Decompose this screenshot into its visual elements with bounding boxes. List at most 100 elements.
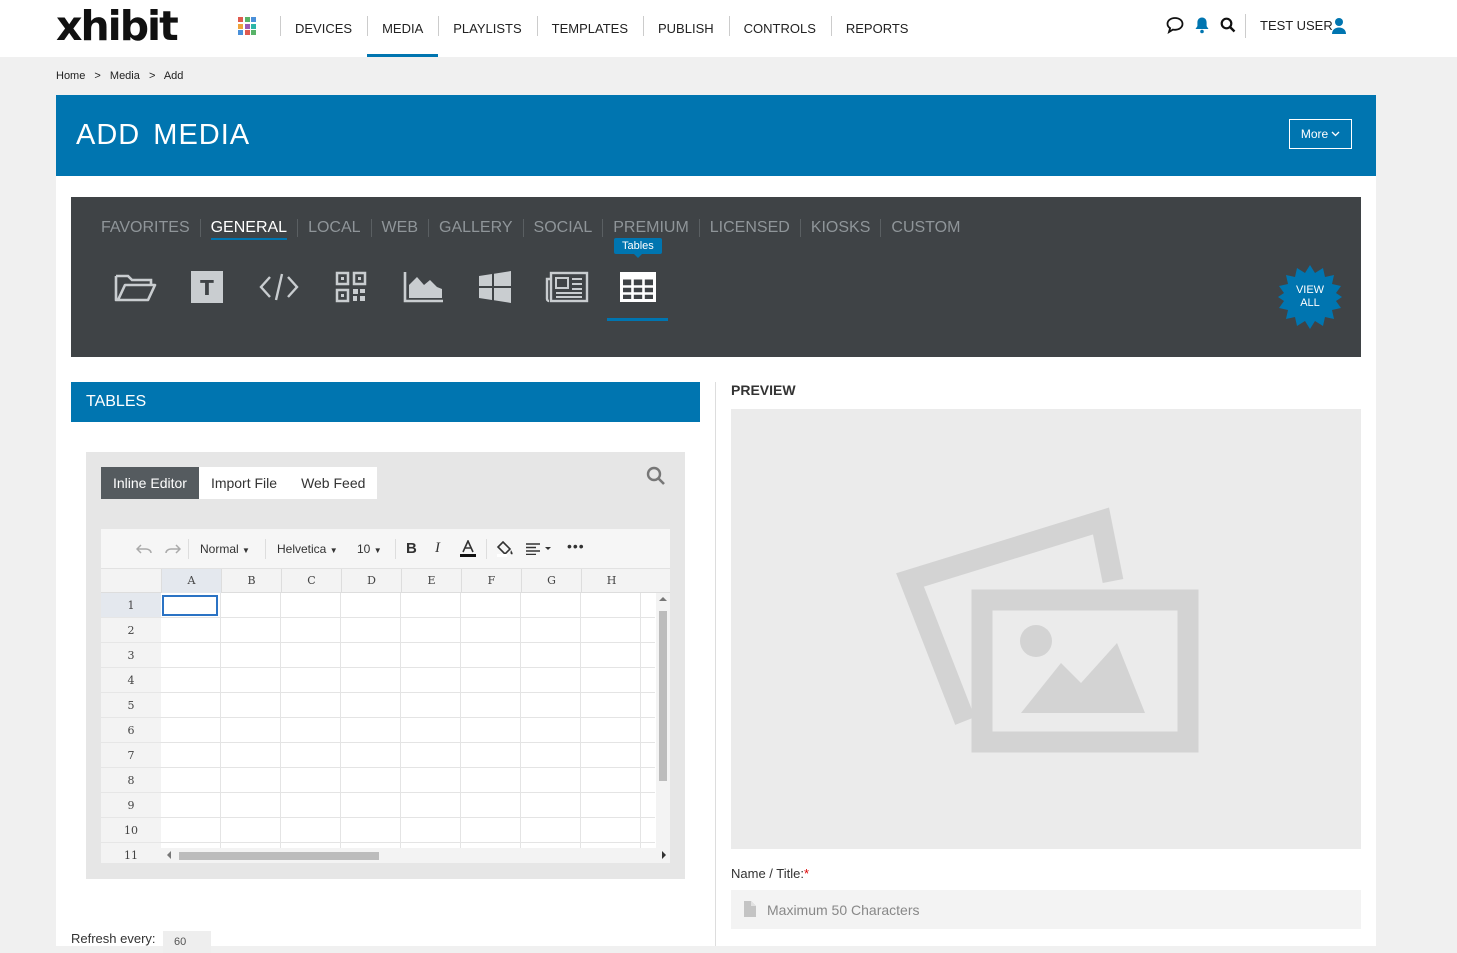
category-tab-local[interactable]: LOCAL [297,219,370,237]
qr-code-icon[interactable] [328,267,374,307]
preview-label: PREVIEW [731,382,796,398]
column-headers: ABCDEFGH [101,569,670,593]
font-size-select[interactable]: 10 ▼ [357,542,382,556]
nav-devices[interactable]: DEVICES [280,0,367,57]
search-icon[interactable] [1220,17,1236,33]
editor-tabs: Inline Editor Import File Web Feed [101,467,378,499]
align-icon[interactable] [525,543,555,555]
editor-tab-import-file[interactable]: Import File [199,467,289,499]
news-icon[interactable] [544,267,590,307]
spreadsheet[interactable]: Normal ▼ Helvetica ▼ 10 ▼ B I ••• ABCDEF… [101,529,670,863]
chevron-down-icon: ▼ [329,546,338,555]
folder-icon[interactable] [112,267,158,307]
selected-cell[interactable] [162,595,218,616]
table-editor: Inline Editor Import File Web Feed Normal … [86,452,685,879]
italic-icon[interactable]: I [435,540,440,557]
category-tab-custom[interactable]: CUSTOM [880,219,970,237]
category-tab-favorites[interactable]: FAVORITES [101,219,200,237]
nav-media[interactable]: MEDIA [367,0,439,57]
breadcrumb-home[interactable]: Home [56,70,85,82]
category-tabs: FAVORITES GENERAL LOCAL WEB GALLERY SOCIAL PRE… [101,219,970,240]
apps-grid-icon[interactable] [238,17,256,35]
nav-reports[interactable]: REPORTS [830,0,924,57]
table-icon[interactable] [615,267,661,307]
editor-tab-inline-editor[interactable]: Inline Editor [101,467,199,499]
nav-templates[interactable]: TEMPLATES [536,0,643,57]
column-header[interactable]: D [341,569,401,593]
section-title-tables: TABLES [71,382,700,422]
text-color-icon[interactable] [459,540,477,558]
horizontal-scrollbar[interactable] [161,848,670,863]
fill-color-icon[interactable] [496,541,514,557]
text-icon[interactable]: T [184,267,230,307]
row-header[interactable]: 9 [101,793,161,818]
user-icon[interactable] [1332,17,1346,35]
sheet-toolbar: Normal ▼ Helvetica ▼ 10 ▼ B I ••• [101,529,670,569]
row-header[interactable]: 3 [101,643,161,668]
column-header[interactable]: A [161,569,221,593]
column-header[interactable]: E [401,569,461,593]
scroll-up-icon[interactable] [659,597,667,601]
row-header[interactable]: 1 [101,593,161,618]
top-bar: xhibit DEVICES MEDIA PLAYLISTS TEMPLATES PUB… [0,0,1457,57]
column-header[interactable]: H [581,569,641,593]
vertical-scrollbar[interactable] [656,593,670,848]
breadcrumb: Home > Media > Add [56,70,184,82]
nav-publish[interactable]: PUBLISH [643,0,729,57]
category-tab-premium[interactable]: PREMIUM [602,219,699,237]
row-headers: 1 2 3 4 5 6 7 8 9 10 11 [101,593,161,863]
category-tab-kiosks[interactable]: KIOSKS [799,219,881,237]
row-header[interactable]: 11 [101,843,161,863]
editor-tab-web-feed[interactable]: Web Feed [289,467,377,499]
row-header[interactable]: 4 [101,668,161,693]
row-header[interactable]: 6 [101,718,161,743]
name-title-input[interactable]: Maximum 50 Characters [731,890,1361,929]
chat-icon[interactable] [1166,16,1184,34]
refresh-input[interactable]: 60 [163,931,211,953]
chevron-down-icon: ▼ [373,546,382,555]
search-icon[interactable] [646,466,666,486]
font-select[interactable]: Helvetica ▼ [277,542,338,556]
category-tab-social[interactable]: SOCIAL [522,219,603,237]
file-icon [744,901,756,917]
breadcrumb-media[interactable]: Media [110,70,140,82]
row-header[interactable]: 10 [101,818,161,843]
category-tab-web[interactable]: WEB [370,219,428,237]
row-header[interactable]: 5 [101,693,161,718]
view-all-button[interactable]: VIEW ALL [1278,265,1342,329]
code-icon[interactable] [256,267,302,307]
name-title-label: Name / Title:* [731,866,810,881]
row-header[interactable]: 7 [101,743,161,768]
row-header[interactable]: 8 [101,768,161,793]
undo-icon[interactable] [136,544,152,554]
main-nav: DEVICES MEDIA PLAYLISTS TEMPLATES PUBLISH CON… [280,0,923,57]
category-tab-gallery[interactable]: GALLERY [428,219,523,237]
windows-icon[interactable] [472,267,518,307]
column-header[interactable]: C [281,569,341,593]
row-header[interactable]: 2 [101,618,161,643]
redo-icon[interactable] [165,544,181,554]
media-type-panel: FAVORITES GENERAL LOCAL WEB GALLERY SOCIAL PRE… [71,197,1361,357]
style-select[interactable]: Normal ▼ [200,542,250,556]
category-tab-general[interactable]: GENERAL [199,219,297,240]
active-type-indicator [607,318,668,321]
image-placeholder-icon [896,507,1199,753]
xhibit-logo[interactable]: xhibit [56,2,179,50]
chart-icon[interactable] [400,267,446,307]
column-header[interactable]: B [221,569,281,593]
column-header[interactable]: F [461,569,521,593]
cell-grid[interactable] [161,593,655,863]
more-options-icon[interactable]: ••• [567,538,585,554]
page-banner: ADD MEDIA More [56,95,1376,176]
bold-icon[interactable]: B [406,540,417,557]
nav-playlists[interactable]: PLAYLISTS [438,0,536,57]
column-header[interactable]: G [521,569,581,593]
category-tab-licensed[interactable]: LICENSED [698,219,800,237]
chevron-down-icon: ▼ [242,546,250,555]
scroll-left-icon[interactable] [167,851,171,859]
scroll-right-icon[interactable] [662,851,666,859]
nav-controls[interactable]: CONTROLS [728,0,831,57]
bell-icon[interactable] [1194,16,1210,34]
user-name[interactable]: TEST USER [1260,18,1333,33]
more-button[interactable]: More [1289,119,1352,149]
